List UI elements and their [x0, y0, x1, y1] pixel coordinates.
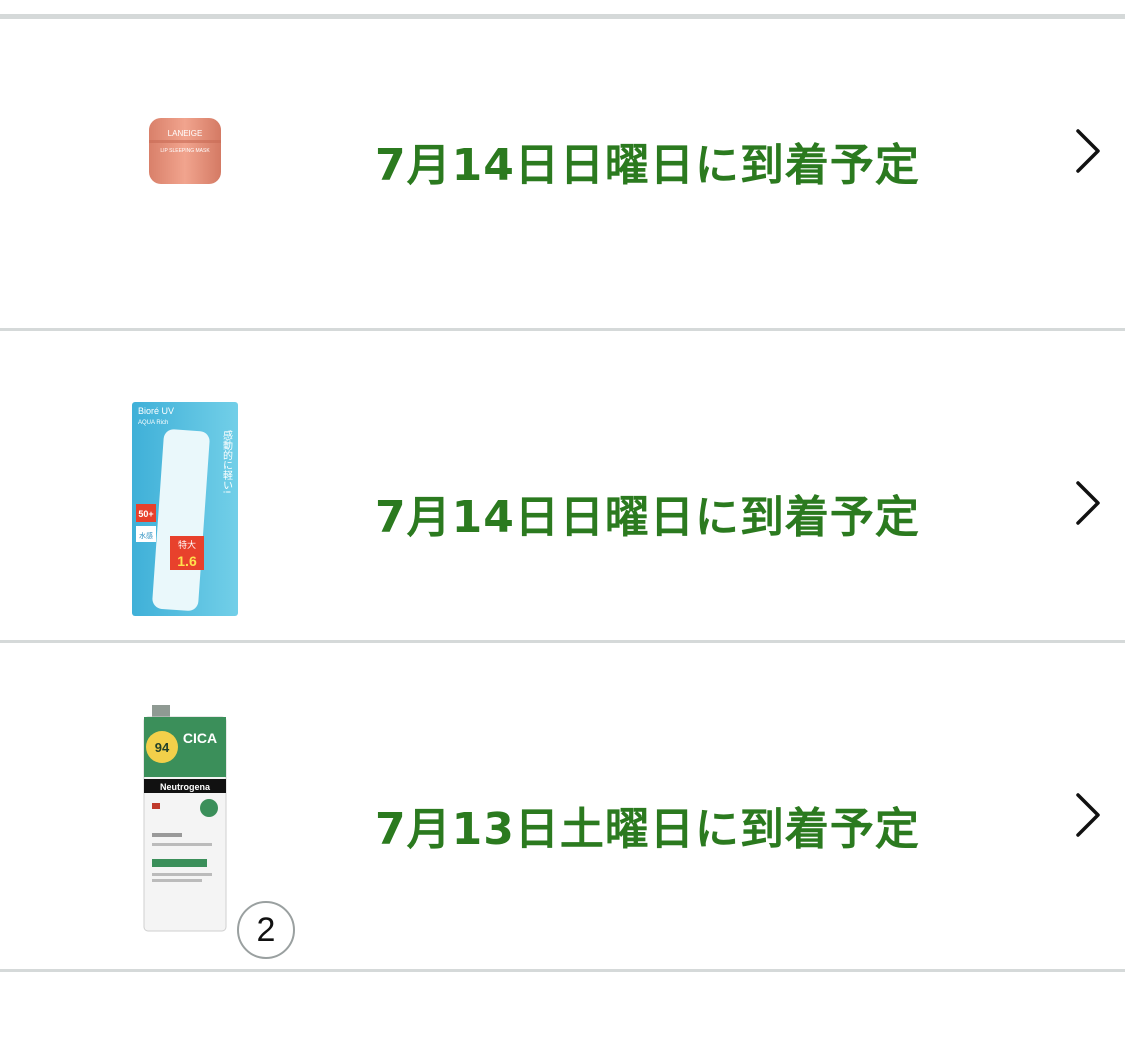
delivery-row-1[interactable]: LANEIGE LIP SLEEPING MASK 7月14日日曜日に到着予定 [0, 19, 1125, 331]
svg-text:LIP SLEEPING MASK: LIP SLEEPING MASK [160, 148, 210, 154]
chevron-right-icon [1076, 481, 1100, 525]
svg-text:50+: 50+ [138, 509, 153, 519]
product-image-laneige: LANEIGE LIP SLEEPING MASK [110, 111, 260, 191]
chevron-right-icon [1076, 793, 1100, 837]
svg-text:水感: 水感 [139, 531, 153, 540]
product-image-neutrogena: 94 CICA Neutrogena [110, 703, 260, 933]
svg-text:特大: 特大 [178, 539, 196, 551]
delivery-status: 7月14日日曜日に到着予定 [375, 492, 920, 543]
product-image-biore: Bioré UV AQUA Rich 感動的に軽い! 50+ 特大 1.6 水感 [110, 399, 260, 619]
svg-text:感動的に軽い!: 感動的に軽い! [221, 429, 233, 494]
svg-text:AQUA Rich: AQUA Rich [138, 420, 168, 426]
chevron-right-icon [1076, 129, 1100, 173]
svg-text:Neutrogena: Neutrogena [160, 782, 211, 792]
laneige-logo-text: LANEIGE [168, 129, 203, 138]
svg-text:CICA: CICA [183, 730, 217, 746]
top-divider [0, 0, 1125, 19]
svg-text:1.6: 1.6 [177, 553, 197, 569]
svg-text:Bioré UV: Bioré UV [138, 406, 174, 416]
delivery-status: 7月14日日曜日に到着予定 [375, 140, 920, 191]
delivery-status: 7月13日土曜日に到着予定 [375, 804, 920, 855]
delivery-row-3[interactable]: 94 CICA Neutrogena 2 7月13日土曜日に到着予定 [0, 643, 1125, 972]
delivery-list: LANEIGE LIP SLEEPING MASK 7月14日日曜日に到着予定 … [0, 19, 1125, 972]
quantity-badge: 2 [237, 901, 295, 959]
delivery-row-2[interactable]: Bioré UV AQUA Rich 感動的に軽い! 50+ 特大 1.6 水感… [0, 331, 1125, 643]
svg-text:94: 94 [155, 740, 170, 755]
